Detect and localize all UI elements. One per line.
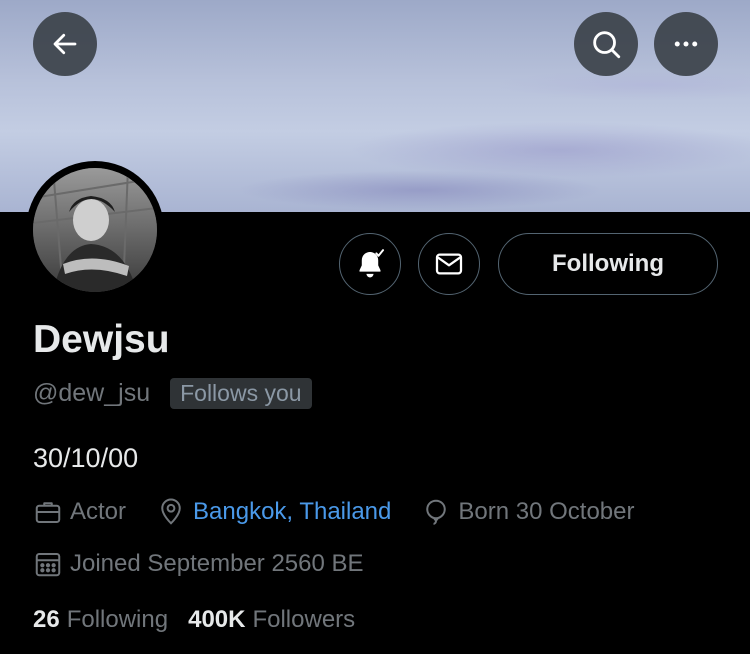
location-link[interactable]: Bangkok, Thailand — [193, 498, 391, 526]
arrow-left-icon — [53, 33, 77, 55]
joined-text: Joined September 2560 BE — [70, 550, 364, 577]
message-button[interactable] — [418, 233, 480, 295]
following-button[interactable]: Following — [498, 233, 718, 295]
briefcase-icon — [35, 502, 61, 523]
profession-item: Actor — [33, 497, 126, 527]
profession-text: Actor — [70, 498, 127, 525]
profile-meta-row-2: Joined September 2560 BE — [33, 549, 394, 579]
followers-count: 400K — [188, 606, 246, 633]
more-button[interactable] — [654, 12, 718, 76]
search-button[interactable] — [574, 12, 638, 76]
location-item: Bangkok, Thailand — [156, 497, 391, 527]
balloon-icon — [426, 499, 447, 525]
following-label: Following — [66, 606, 169, 633]
follow-stats: 26 Following 400K Followers — [33, 606, 375, 634]
followers-label: Followers — [252, 606, 356, 633]
avatar-frame — [26, 161, 164, 299]
following-stat[interactable]: 26 Following — [33, 606, 168, 634]
avatar-photo — [33, 168, 157, 292]
location-pin-icon — [161, 498, 181, 525]
display-name: Dewjsu — [33, 318, 170, 361]
calendar-icon — [35, 553, 61, 577]
username-handle: @dew_jsu — [33, 379, 151, 407]
bio-text: 30/10/00 — [33, 443, 139, 473]
birthday-text: Born 30 October — [458, 498, 635, 525]
handle-row: @dew_jsu Follows you — [33, 378, 312, 409]
notifications-button[interactable] — [339, 233, 401, 295]
avatar[interactable] — [33, 168, 157, 292]
search-icon — [593, 31, 621, 59]
bell-check-icon — [359, 249, 385, 278]
joined-item: Joined September 2560 BE — [33, 549, 364, 579]
more-horizontal-icon — [674, 41, 698, 47]
following-count: 26 — [33, 606, 60, 633]
profile-meta-row: Actor Bangkok, Thailand Born 30 October — [33, 497, 665, 527]
back-button[interactable] — [33, 12, 97, 76]
follows-you-badge: Follows you — [170, 378, 312, 409]
birthday-item: Born 30 October — [421, 497, 635, 527]
followers-stat[interactable]: 400K Followers — [188, 606, 355, 634]
envelope-icon — [435, 253, 463, 275]
